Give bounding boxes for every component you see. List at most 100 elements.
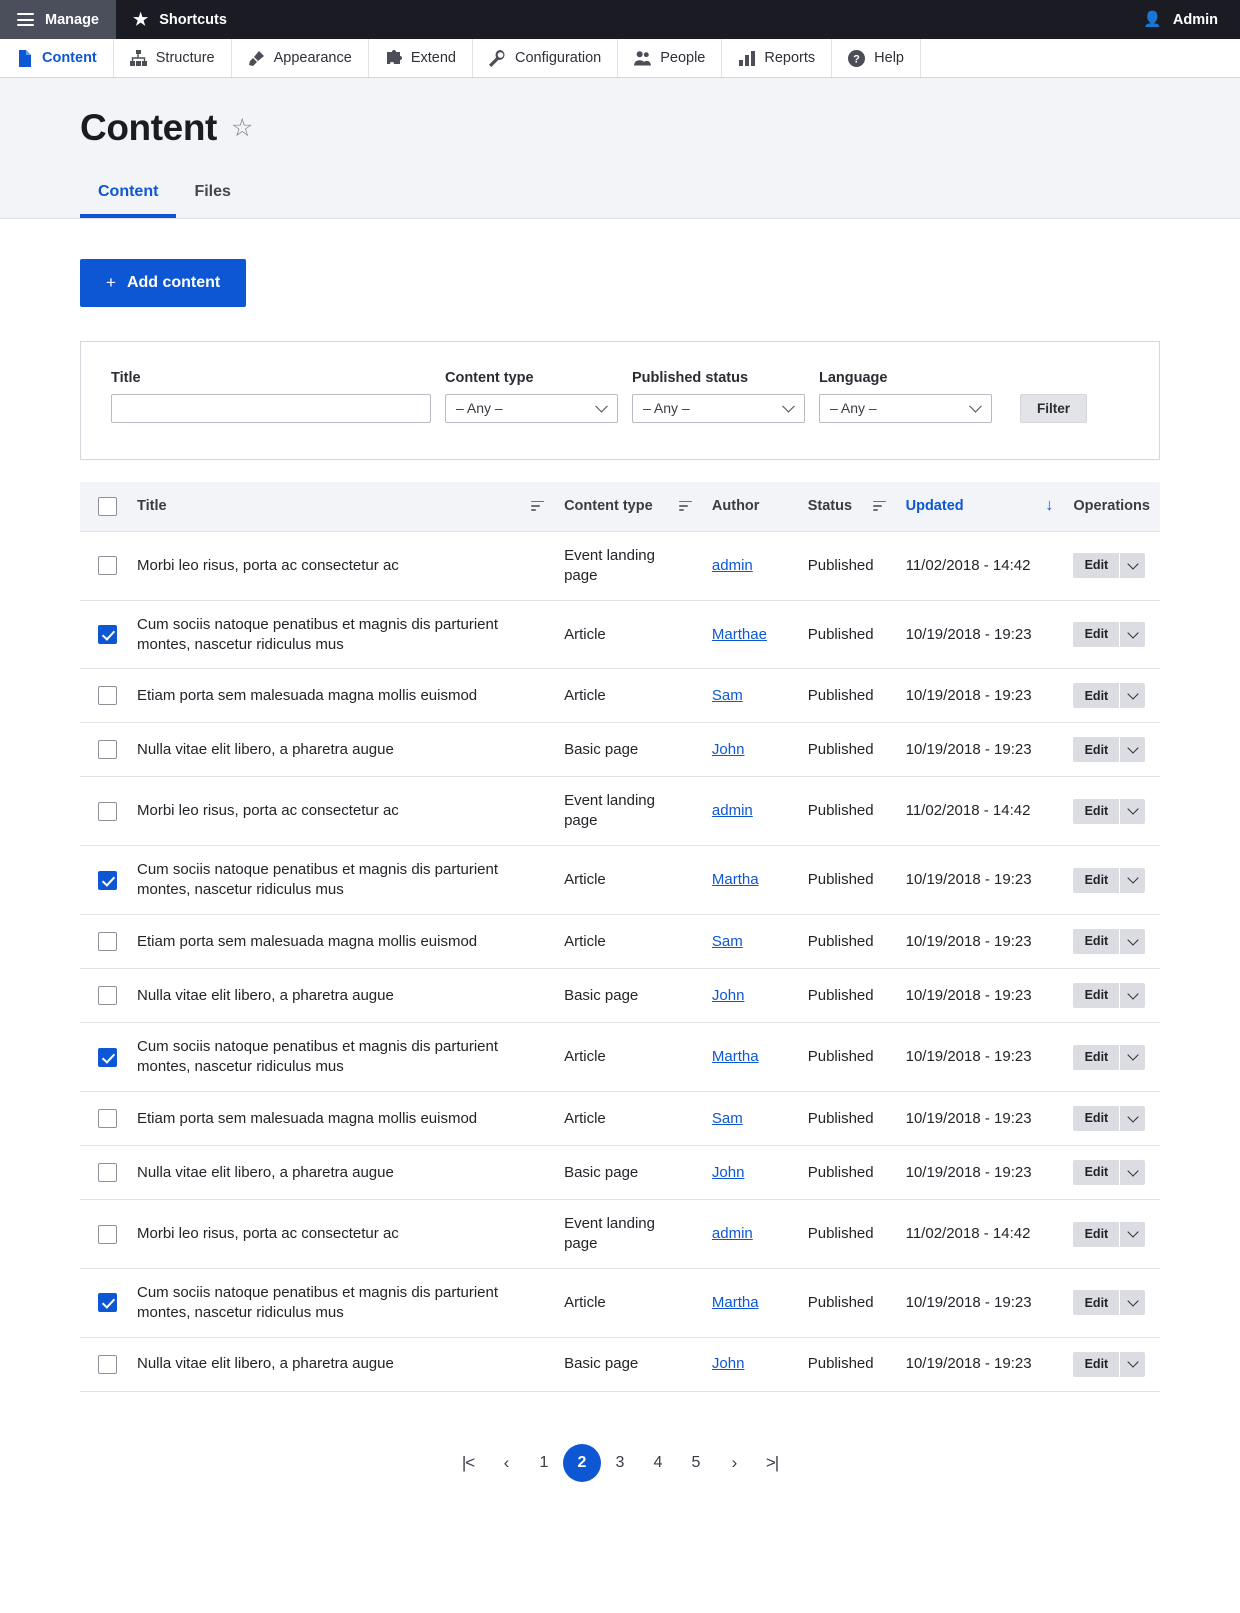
tab-content[interactable]: Content xyxy=(80,175,177,218)
operations-dropdown-button[interactable] xyxy=(1120,1106,1146,1132)
column-header-content-type[interactable]: Content type xyxy=(554,481,702,532)
nav-item-extend[interactable]: Extend xyxy=(369,39,473,77)
pager-last-button[interactable]: >| xyxy=(753,1444,791,1482)
row-select-checkbox[interactable] xyxy=(98,986,117,1006)
pager-page-2[interactable]: 2 xyxy=(563,1443,601,1482)
row-select-checkbox[interactable] xyxy=(98,625,117,644)
edit-button[interactable]: Edit xyxy=(1073,683,1121,709)
star-outline-icon[interactable]: ☆ xyxy=(231,115,253,141)
operations-dropdown-button[interactable] xyxy=(1120,1160,1146,1186)
filter-submit-button[interactable]: Filter xyxy=(1020,393,1088,423)
table-row: Morbi leo risus, porta ac consectetur ac… xyxy=(80,776,1160,847)
tab-files[interactable]: Files xyxy=(176,175,248,218)
edit-button[interactable]: Edit xyxy=(1073,867,1121,893)
sort-icon[interactable] xyxy=(531,500,545,512)
operations-dropdown-button[interactable] xyxy=(1120,867,1146,893)
row-select-checkbox[interactable] xyxy=(98,1163,117,1183)
author-link[interactable]: admin xyxy=(712,802,753,819)
user-menu-button[interactable]: 👤 Admin xyxy=(1126,0,1240,39)
row-select-checkbox[interactable] xyxy=(98,686,117,706)
filter-language-select[interactable]: – Any – xyxy=(819,393,992,423)
edit-button[interactable]: Edit xyxy=(1073,1290,1121,1316)
row-select-checkbox[interactable] xyxy=(98,801,117,821)
row-select-checkbox[interactable] xyxy=(98,1293,117,1313)
nav-item-structure[interactable]: Structure xyxy=(114,39,232,77)
operations-dropdown-button[interactable] xyxy=(1120,983,1146,1009)
author-link[interactable]: John xyxy=(712,741,745,758)
pager-prev-button[interactable]: ‹ xyxy=(487,1444,525,1482)
nav-item-reports[interactable]: Reports xyxy=(722,39,833,77)
row-updated-cell: 10/19/2018 - 19:23 xyxy=(895,600,1064,670)
chevron-down-icon xyxy=(1127,742,1139,754)
chevron-down-icon xyxy=(1127,557,1139,570)
operations-dropdown-button[interactable] xyxy=(1120,1290,1146,1316)
author-link[interactable]: Sam xyxy=(712,687,743,704)
author-link[interactable]: Martha xyxy=(712,1048,759,1065)
pager-page-3[interactable]: 3 xyxy=(601,1444,639,1482)
row-select-checkbox[interactable] xyxy=(98,740,117,760)
author-link[interactable]: admin xyxy=(712,1225,753,1242)
author-link[interactable]: Martha xyxy=(712,1294,759,1311)
operations-dropdown-button[interactable] xyxy=(1120,553,1146,579)
edit-button[interactable]: Edit xyxy=(1073,1351,1121,1377)
operations-dropdown-button[interactable] xyxy=(1120,798,1146,824)
edit-button[interactable]: Edit xyxy=(1073,1044,1121,1070)
author-link[interactable]: Sam xyxy=(712,933,743,950)
select-all-checkbox[interactable] xyxy=(98,496,117,516)
operations-dropdown-button[interactable] xyxy=(1120,737,1146,763)
shortcuts-button[interactable]: ★ Shortcuts xyxy=(116,0,244,39)
operations-dropdown-button[interactable] xyxy=(1120,1351,1146,1377)
author-link[interactable]: Martha xyxy=(712,871,759,888)
author-link[interactable]: John xyxy=(712,987,745,1004)
pager-page-4[interactable]: 4 xyxy=(639,1444,677,1482)
nav-item-appearance[interactable]: Appearance xyxy=(232,39,369,77)
row-select-checkbox[interactable] xyxy=(98,932,117,952)
pager-next-button[interactable]: › xyxy=(715,1444,753,1482)
edit-button[interactable]: Edit xyxy=(1073,1160,1121,1186)
row-select-checkbox[interactable] xyxy=(98,1354,117,1374)
author-link[interactable]: Sam xyxy=(712,1110,743,1127)
author-link[interactable]: Marthae xyxy=(712,626,767,643)
operations-dropdown-button[interactable] xyxy=(1120,1044,1146,1070)
table-row: Nulla vitae elit libero, a pharetra augu… xyxy=(80,722,1160,778)
operations-dropdown-button[interactable] xyxy=(1120,1221,1146,1247)
filter-published-status-select[interactable]: – Any – xyxy=(632,393,805,423)
author-link[interactable]: John xyxy=(712,1355,745,1372)
operations-dropdown-button[interactable] xyxy=(1120,622,1146,647)
manage-menu-button[interactable]: Manage xyxy=(0,0,116,39)
nav-item-people[interactable]: People xyxy=(618,39,723,77)
add-content-button[interactable]: + Add content xyxy=(80,258,247,307)
filter-title-input[interactable] xyxy=(111,393,431,423)
row-select-checkbox[interactable] xyxy=(98,1224,117,1244)
author-link[interactable]: admin xyxy=(712,557,753,574)
column-header-status[interactable]: Status xyxy=(797,481,896,532)
edit-button[interactable]: Edit xyxy=(1073,983,1121,1009)
edit-button[interactable]: Edit xyxy=(1073,1221,1121,1247)
column-header-title[interactable]: Title xyxy=(127,481,555,532)
author-link[interactable]: John xyxy=(712,1164,745,1181)
row-select-checkbox[interactable] xyxy=(98,1109,117,1129)
nav-item-help[interactable]: ? Help xyxy=(832,39,921,77)
column-header-updated[interactable]: Updated ↓ xyxy=(895,481,1064,532)
row-select-checkbox[interactable] xyxy=(98,1047,117,1067)
sort-icon[interactable] xyxy=(872,500,886,512)
edit-button[interactable]: Edit xyxy=(1073,1106,1121,1132)
sort-icon[interactable] xyxy=(678,500,692,512)
nav-item-content[interactable]: Content xyxy=(0,39,114,77)
operations-split-button: Edit xyxy=(1073,798,1146,824)
row-select-checkbox[interactable] xyxy=(98,870,117,890)
operations-dropdown-button[interactable] xyxy=(1120,683,1146,709)
operations-dropdown-button[interactable] xyxy=(1120,929,1146,955)
table-header-row: Title Content type Author Status Updated… xyxy=(80,481,1160,532)
pager-page-1[interactable]: 1 xyxy=(525,1444,563,1482)
edit-button[interactable]: Edit xyxy=(1073,622,1121,647)
edit-button[interactable]: Edit xyxy=(1073,553,1121,579)
edit-button[interactable]: Edit xyxy=(1073,737,1121,763)
row-select-checkbox[interactable] xyxy=(98,556,117,576)
pager-first-button[interactable]: |< xyxy=(449,1444,487,1482)
edit-button[interactable]: Edit xyxy=(1073,929,1121,955)
edit-button[interactable]: Edit xyxy=(1073,798,1121,824)
filter-content-type-select[interactable]: – Any – xyxy=(445,393,618,423)
pager-page-5[interactable]: 5 xyxy=(677,1444,715,1482)
nav-item-configuration[interactable]: Configuration xyxy=(473,39,619,77)
